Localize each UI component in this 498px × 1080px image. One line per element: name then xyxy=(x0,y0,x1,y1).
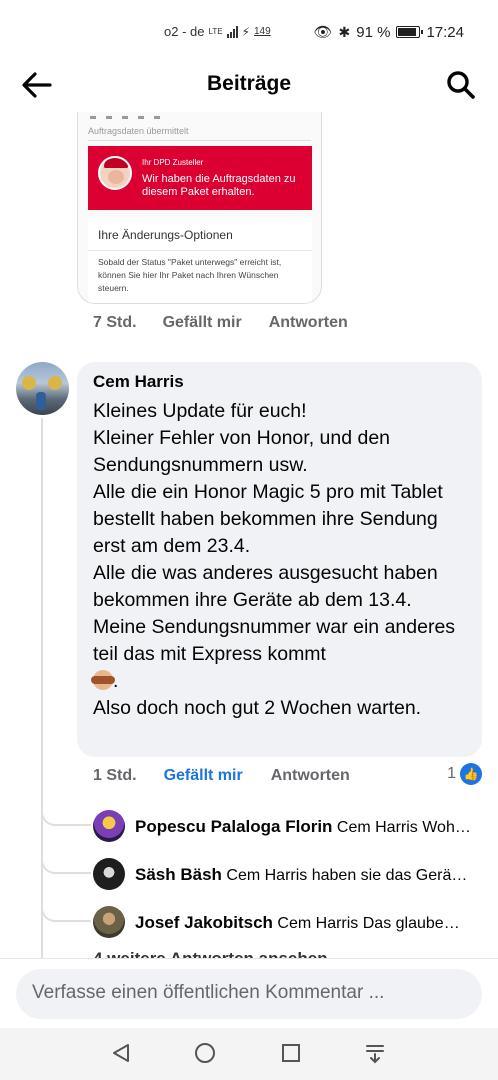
comment-line: Alle die was anderes ausgesucht haben be… xyxy=(93,562,438,611)
more-replies-link[interactable]: 4 weitere Antworten ansehen xyxy=(93,946,328,958)
vowifi-icon: ⚡ xyxy=(241,24,250,39)
reaction-summary[interactable]: 1 👍 xyxy=(447,763,482,785)
carrier-name: o2 - de xyxy=(164,24,205,39)
comment-author[interactable]: Cem Harris xyxy=(93,372,184,392)
banner-text: Wir haben die Auftragsdaten zu diesem Pa… xyxy=(142,173,296,198)
reply-item[interactable]: Popescu Palaloga Florin Cem Harris Woh… xyxy=(93,810,488,844)
reply-button[interactable]: Antworten xyxy=(269,314,348,332)
options-box: Ihre Änderungs-Optionen Sobald der Statu… xyxy=(88,218,312,303)
reply-snippet: Cem Harris Woh… xyxy=(336,819,471,836)
clock: 17:24 xyxy=(426,23,464,41)
comment-line: Meine Sendungsnummer war ein anderes tei… xyxy=(93,616,456,665)
signal-icon xyxy=(226,25,238,38)
avatar[interactable] xyxy=(93,858,125,890)
reply-snippet: Cem Harris Das glaube… xyxy=(277,915,460,932)
network-type: LTE xyxy=(208,27,223,36)
dpd-banner: Ihr DPD Zusteller Wir haben die Auftrags… xyxy=(88,146,312,210)
comment-line: Alle die ein Honor Magic 5 pro mit Table… xyxy=(93,481,443,557)
reply-author[interactable]: Josef Jakobitsch xyxy=(135,913,273,932)
options-text: Sobald der Status "Paket unterwegs" erre… xyxy=(98,257,282,293)
like-button[interactable]: Gefällt mir xyxy=(164,767,243,785)
divider xyxy=(88,250,312,251)
status-bar: o2 - de LTE ⚡ 149 👁 ✱ 91 % 17:24 xyxy=(0,0,498,66)
search-icon[interactable] xyxy=(446,70,476,100)
avatar[interactable] xyxy=(93,810,125,842)
reply-text: Josef Jakobitsch Cem Harris Das glaube… xyxy=(135,913,480,933)
avatar[interactable] xyxy=(93,906,125,938)
nav-back-icon[interactable] xyxy=(110,1042,132,1064)
options-title: Ihre Änderungs-Optionen xyxy=(98,228,233,242)
like-button[interactable]: Gefällt mir xyxy=(163,314,242,332)
comment-time: 1 Std. xyxy=(93,767,137,784)
comment-composer-bar: Verfasse einen öffentlichen Kommentar ..… xyxy=(0,958,498,1028)
banner-label: Ihr DPD Zusteller xyxy=(142,158,204,167)
reaction-count: 1 xyxy=(447,765,456,782)
thread-branch xyxy=(41,804,91,826)
thread-branch xyxy=(41,900,91,922)
nav-home-icon[interactable] xyxy=(194,1042,216,1064)
reply-author[interactable]: Säsh Bäsh xyxy=(135,865,222,884)
battery-percent: 91 % xyxy=(356,23,391,41)
progress-dots xyxy=(90,116,160,119)
app-header: Beiträge xyxy=(0,60,498,110)
reply-text: Säsh Bäsh Cem Harris haben sie das Gerä… xyxy=(135,865,480,885)
nav-notification-icon[interactable] xyxy=(364,1042,386,1064)
reply-button[interactable]: Antworten xyxy=(271,767,350,785)
nav-recents-icon[interactable] xyxy=(280,1042,302,1064)
see-no-evil-monkey-icon xyxy=(91,670,115,690)
comment-line: Kleines Update für euch! xyxy=(93,400,307,422)
reply-item[interactable]: Josef Jakobitsch Cem Harris Das glaube… xyxy=(93,906,488,940)
reply-text: Popescu Palaloga Florin Cem Harris Woh… xyxy=(135,817,480,837)
thread-line xyxy=(41,418,43,960)
comment-image[interactable]: Auftragsdaten übermittelt Ihr DPD Zustel… xyxy=(77,112,322,304)
system-status: 👁 ✱ 91 % 17:24 xyxy=(313,23,464,42)
image-caption-small: Auftragsdaten übermittelt xyxy=(88,126,189,136)
divider xyxy=(88,140,311,141)
comment-line: Kleiner Fehler von Honor, und den Sendun… xyxy=(93,427,391,476)
page-title: Beiträge xyxy=(206,72,292,95)
comment-line: Also doch noch gut 2 Wochen warten. xyxy=(93,697,422,719)
data-speed: 149 xyxy=(254,26,271,37)
reply-author[interactable]: Popescu Palaloga Florin xyxy=(135,817,332,836)
avatar[interactable] xyxy=(16,362,69,415)
courier-avatar xyxy=(98,156,132,190)
comment-actions: 7 Std. Gefällt mir Antworten xyxy=(93,314,348,332)
comment-input[interactable]: Verfasse einen öffentlichen Kommentar ..… xyxy=(16,969,482,1019)
network-status: o2 - de LTE ⚡ 149 xyxy=(164,24,271,39)
reply-snippet: Cem Harris haben sie das Gerä… xyxy=(226,867,468,884)
comment-time: 7 Std. xyxy=(93,314,137,331)
comment-bubble: Cem Harris Kleines Update für euch! Klei… xyxy=(77,362,482,757)
reply-item[interactable]: Säsh Bäsh Cem Harris haben sie das Gerä… xyxy=(93,858,488,892)
system-nav-bar xyxy=(0,1028,498,1080)
battery-icon xyxy=(396,26,424,38)
thread-branch xyxy=(41,852,91,874)
bluetooth-icon: ✱ xyxy=(338,23,351,40)
comment-body: Kleines Update für euch! Kleiner Fehler … xyxy=(91,398,473,722)
thumbs-up-icon: 👍 xyxy=(460,763,482,785)
comment-actions: 1 Std. Gefällt mir Antworten xyxy=(93,767,350,785)
comment-line-emoji: . xyxy=(91,668,473,695)
eye-comfort-icon: 👁 xyxy=(313,24,333,41)
